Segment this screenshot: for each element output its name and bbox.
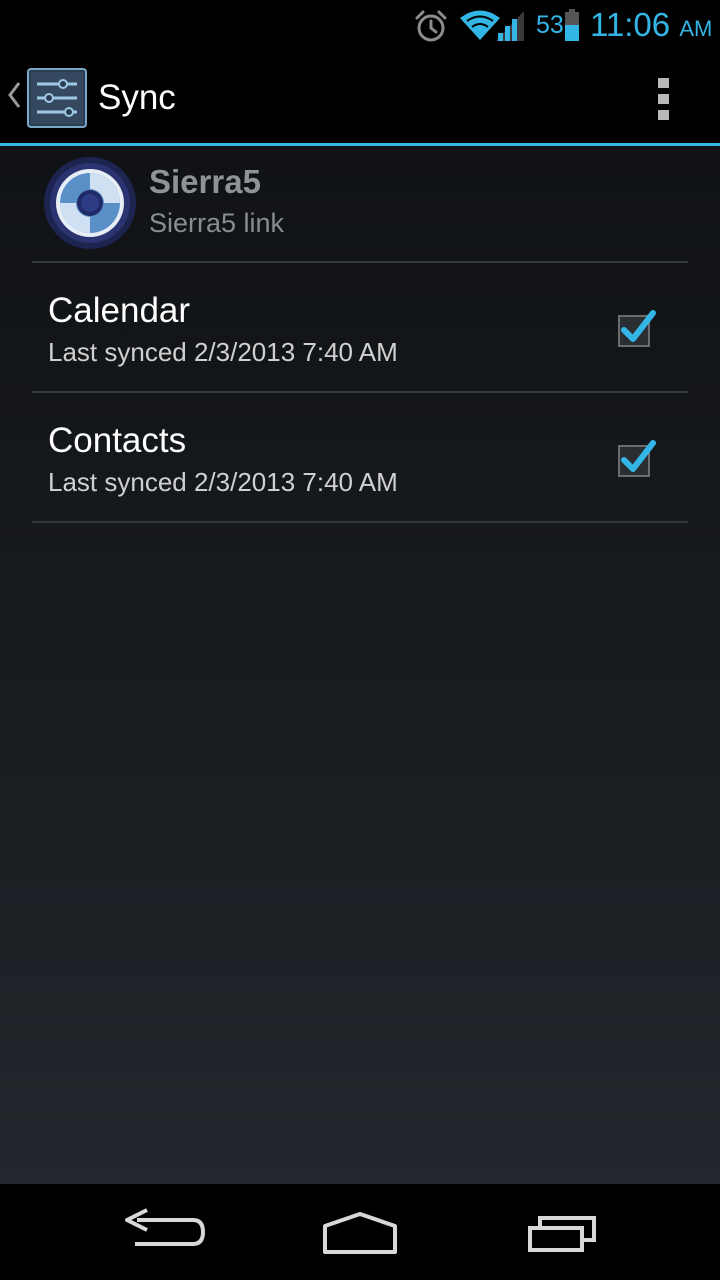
battery-icon bbox=[565, 9, 579, 41]
overflow-dot bbox=[658, 110, 669, 120]
sync-item-contacts[interactable]: Contacts Last synced 2/3/2013 7:40 AM bbox=[32, 393, 688, 523]
status-bar: 53 11:06 AM bbox=[0, 0, 720, 50]
overflow-menu-icon[interactable] bbox=[640, 70, 688, 126]
account-header: Sierra5 Sierra5 link bbox=[32, 146, 688, 263]
content-area: Sierra5 Sierra5 link Calendar Last synce… bbox=[0, 146, 720, 1184]
sync-item-subtitle: Last synced 2/3/2013 7:40 AM bbox=[48, 467, 398, 497]
overflow-dot bbox=[658, 94, 669, 104]
account-name: Sierra5 bbox=[149, 163, 261, 200]
account-logo-icon bbox=[44, 157, 136, 249]
contacts-checkbox[interactable] bbox=[616, 437, 660, 481]
home-button[interactable] bbox=[305, 1202, 415, 1262]
recents-button[interactable] bbox=[506, 1202, 616, 1262]
battery-percent: 53 bbox=[536, 11, 564, 39]
sync-item-calendar[interactable]: Calendar Last synced 2/3/2013 7:40 AM bbox=[32, 263, 688, 393]
status-clock: 11:06 AM bbox=[590, 5, 712, 49]
signal-icon bbox=[496, 11, 524, 41]
account-type: Sierra5 link bbox=[149, 208, 285, 238]
navigation-bar bbox=[0, 1184, 720, 1280]
sync-item-title: Contacts bbox=[48, 421, 187, 460]
page-title: Sync bbox=[98, 78, 176, 117]
calendar-checkbox[interactable] bbox=[616, 307, 660, 351]
settings-sliders-icon[interactable] bbox=[27, 68, 87, 128]
sync-item-subtitle: Last synced 2/3/2013 7:40 AM bbox=[48, 337, 398, 367]
sync-item-title: Calendar bbox=[48, 291, 191, 330]
back-button[interactable] bbox=[105, 1202, 215, 1262]
clock-ampm: AM bbox=[679, 16, 713, 41]
clock-time: 11:06 bbox=[590, 6, 671, 43]
action-bar: Sync bbox=[0, 50, 720, 143]
screen: 53 11:06 AM Sync Sierra5 Sierra5 link Ca… bbox=[0, 0, 720, 1280]
alarm-icon bbox=[415, 10, 447, 42]
up-indicator-icon[interactable] bbox=[6, 80, 22, 110]
overflow-dot bbox=[658, 78, 669, 88]
